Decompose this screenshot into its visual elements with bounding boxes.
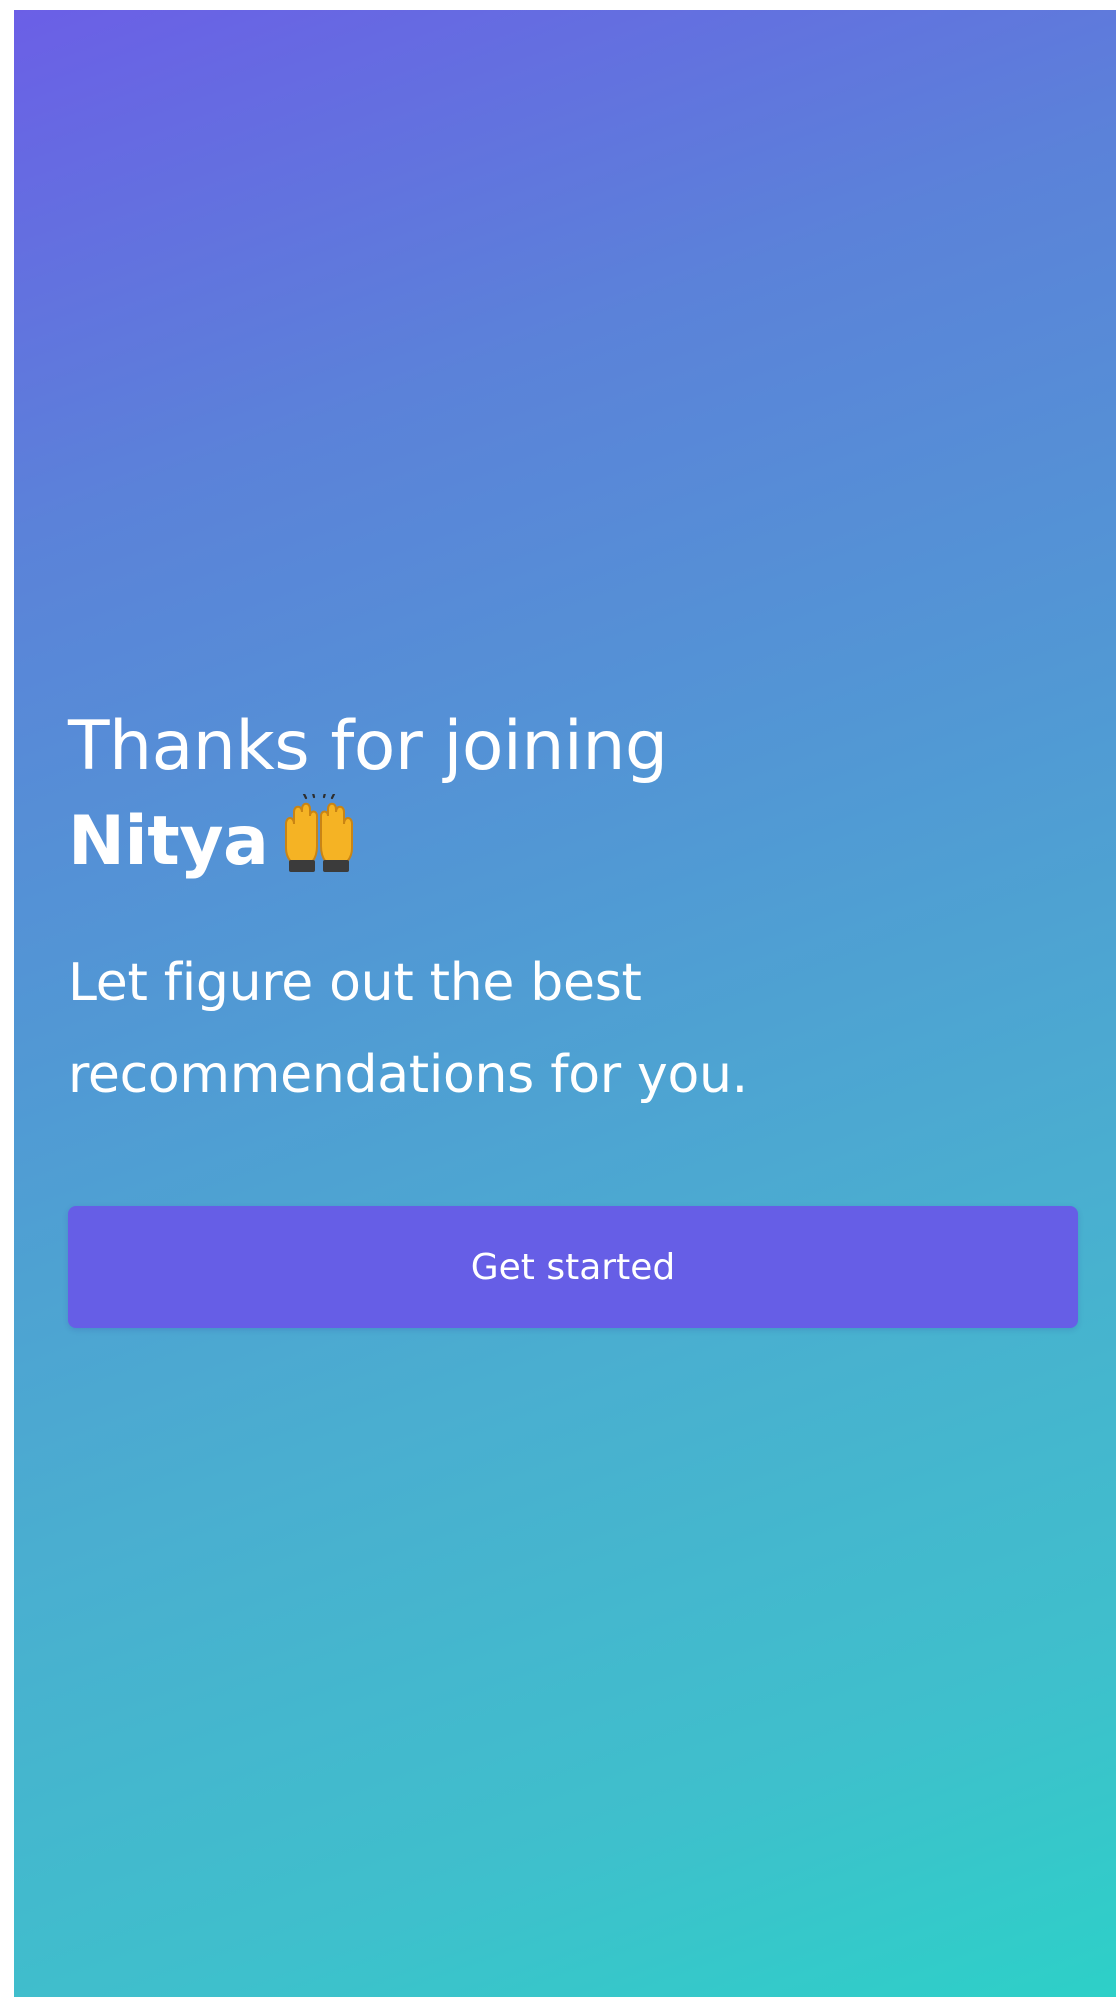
welcome-content: Thanks for joining Nitya Let figure out … [68,700,1078,1121]
welcome-headline: Thanks for joining Nitya [68,700,1078,899]
subtitle-line-1: Let figure out the best [68,953,642,1013]
brand-name: Nitya [68,802,269,881]
raising-hands-icon [280,791,358,899]
raising-hands-svg [285,791,354,872]
welcome-subtitle: Let figure out the best recommendations … [68,937,1078,1121]
get-started-button[interactable]: Get started [68,1206,1078,1328]
welcome-screen: Thanks for joining Nitya Let figure out … [14,10,1116,1997]
headline-line-2: Nitya [68,791,1078,899]
headline-line-1: Thanks for joining [68,707,668,786]
subtitle-line-2: recommendations for you. [68,1045,748,1105]
